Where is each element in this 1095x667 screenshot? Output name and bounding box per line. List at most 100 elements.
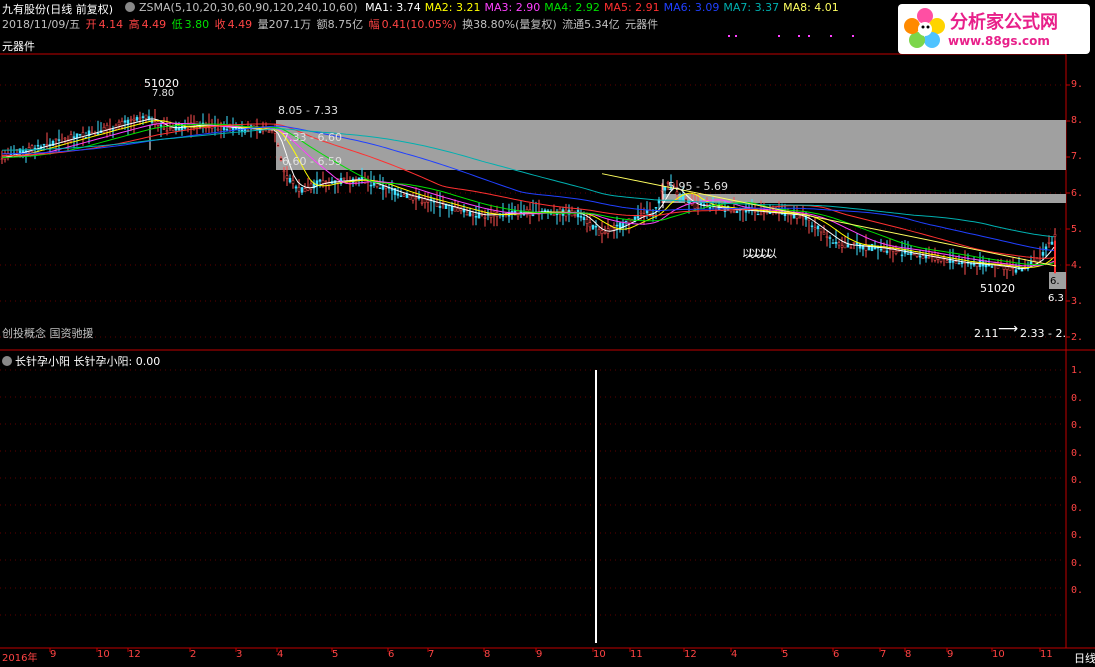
candle-body [357, 177, 361, 179]
stock-title: 九有股份(日线 前复权) [2, 3, 114, 16]
period-button[interactable]: 日线 [1074, 650, 1095, 666]
price-tick-label: 7. [1071, 151, 1084, 163]
low-label-2: 2.33 - 2. [1020, 327, 1066, 340]
candle-body [732, 211, 736, 214]
candle-body [390, 189, 394, 191]
candle-body [324, 181, 328, 183]
candle-body [159, 124, 163, 127]
candle-body [816, 225, 820, 230]
candle-body [951, 261, 955, 263]
candle-body [165, 130, 169, 132]
sector-label: 元器件 [2, 40, 35, 53]
candle-body [117, 121, 121, 126]
ma-value-5: MA5: 2.91 [603, 1, 660, 14]
candle-body [912, 253, 916, 256]
candle-body [585, 219, 589, 224]
candle-body [990, 266, 994, 268]
candle-body [1041, 252, 1045, 256]
open-label: 开 [85, 18, 97, 31]
price-tick-label: 6. [1071, 187, 1084, 199]
indicator-toggle-icon[interactable] [125, 2, 135, 12]
date-tick-label: 2 [190, 649, 197, 660]
signal-marker [735, 35, 737, 37]
candle-body [420, 202, 424, 204]
signal-marker [830, 35, 832, 37]
price-tick-label: 4. [1071, 260, 1084, 271]
ma-value-2: MA2: 3.21 [424, 1, 481, 14]
candle-body [54, 138, 58, 141]
candlestick-chart[interactable] [0, 0, 1095, 667]
candle-body [78, 133, 82, 136]
candle-body [309, 183, 313, 190]
candle-body [450, 206, 454, 211]
candle-body [768, 212, 772, 215]
candle-body [468, 211, 472, 217]
candle-body [291, 180, 295, 184]
candle-body [696, 207, 700, 209]
candle-body [192, 127, 196, 129]
low-label-1: 2.11 [974, 327, 999, 340]
candle-body [921, 255, 925, 259]
candle-body [693, 202, 697, 209]
candle-body [216, 128, 220, 131]
candle-body [321, 180, 325, 184]
candle-body [819, 228, 823, 233]
amount-value: 额8.75亿 [316, 18, 364, 31]
candle-body [318, 179, 322, 182]
ma-value-8: MA8: 4.01 [783, 1, 839, 14]
candle-body [594, 225, 598, 228]
candle-body [753, 210, 757, 213]
logo-title: 分析家公式网 [950, 12, 1058, 33]
right-label-2: 6. [1050, 276, 1060, 287]
candle-body [132, 118, 136, 121]
date-tick-label: 11 [630, 649, 643, 660]
candle-body [456, 208, 460, 212]
close-value: 4.49 [227, 18, 253, 31]
candle-body [492, 210, 496, 214]
candle-body [0, 158, 4, 160]
signal-marker [728, 35, 730, 37]
logo-url: www.88gs.com [948, 34, 1050, 48]
candle-body [408, 195, 412, 200]
candle-body [828, 237, 832, 239]
band-label-2: 7.33 - 6.60 [282, 131, 342, 144]
candle-body [1053, 234, 1057, 237]
indicator-tick-label: 0. [1071, 420, 1084, 431]
high-value: 4.49 [141, 18, 167, 31]
date-tick-label: 10 [97, 649, 110, 660]
date-tick-label: 2016年 [2, 653, 38, 664]
candle-body [957, 262, 961, 265]
candle-body [960, 261, 964, 265]
candle-body [885, 250, 889, 253]
candle-body [954, 261, 958, 264]
date-tick-label: 11 [1040, 649, 1053, 660]
open-value: 4.14 [98, 18, 124, 31]
ma-value-7: MA7: 3.37 [723, 1, 780, 14]
candle-body [1047, 242, 1051, 244]
date-tick-label: 4 [277, 649, 284, 660]
candle-body [138, 117, 142, 120]
ma-values: MA1: 3.74 MA2: 3.21 MA3: 2.90 MA4: 2.92 MA5:… [365, 1, 843, 14]
candle-body [396, 193, 400, 196]
volume-value: 量207.1万 [257, 18, 312, 31]
turnover-value: 换38.80%(量复权) [462, 18, 557, 31]
indicator-panel-header: 长针孕小阳 长针孕小阳: 0.00 [2, 353, 160, 369]
candle-body [924, 255, 928, 259]
band-label-1: 8.05 - 7.33 [278, 104, 338, 117]
candle-body [684, 198, 688, 205]
right-label-1: 6.3 [1048, 293, 1064, 304]
signal-marker [852, 35, 854, 37]
candle-body [222, 127, 226, 131]
low-value: 3.80 [184, 18, 210, 31]
indicator-panel-toggle-icon[interactable] [2, 356, 12, 366]
candle-body [45, 144, 49, 146]
candle-body [369, 184, 373, 187]
price-tick-label: 5. [1071, 223, 1084, 235]
candle-body [402, 194, 406, 197]
candle-body [927, 256, 931, 259]
indicator-tick-label: 0. [1071, 392, 1084, 404]
high-label: 高 [128, 18, 140, 31]
indicator-tick-label: 0. [1071, 530, 1084, 541]
ma-legend: ZSMA(5,10,20,30,60,90,120,240,10,60) MA1… [125, 1, 847, 14]
signal-marker [808, 35, 810, 37]
